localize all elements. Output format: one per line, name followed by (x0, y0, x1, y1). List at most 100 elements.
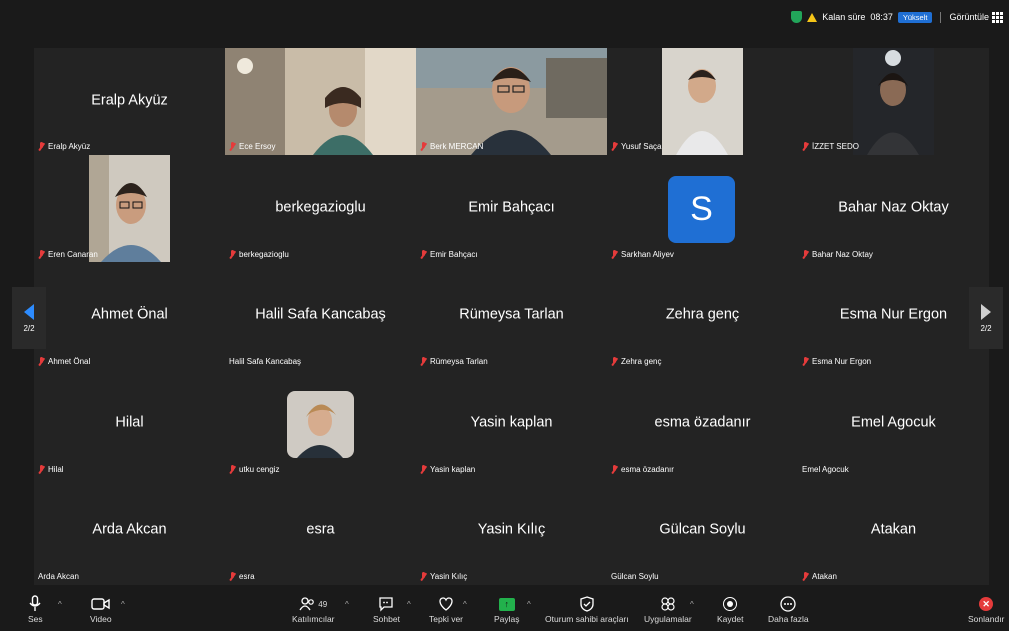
apps-options-caret-icon[interactable]: ^ (690, 600, 694, 609)
more-button[interactable]: Daha fazla (768, 594, 809, 624)
host-tools-label: Oturum sahibi araçları (545, 614, 629, 624)
end-meeting-button[interactable]: ✕ Sonlandır (968, 594, 1004, 624)
participant-tile[interactable]: utku cengiz (225, 370, 416, 477)
participant-tile[interactable]: esra esra (225, 478, 416, 585)
participant-label-text: esra (239, 571, 255, 581)
upgrade-button[interactable]: Yükselt (897, 11, 933, 23)
participant-tile[interactable]: Yasin kaplan Yasin kaplan (416, 370, 607, 477)
participant-tile[interactable]: S Sarkhan Aliyev (607, 155, 798, 262)
participant-tile[interactable]: Bahar Naz Oktay Bahar Naz Oktay (798, 155, 989, 262)
participant-label-text: esma özadanır (621, 464, 674, 474)
remaining-label: Kalan süre (822, 12, 866, 22)
participant-tile[interactable]: Zehra genç Zehra genç (607, 263, 798, 370)
participant-label-text: Yasin kaplan (430, 464, 476, 474)
mic-muted-icon (802, 571, 809, 581)
participant-label-text: Arda Akcan (38, 571, 79, 581)
participant-tile[interactable]: Berk MERCAN (416, 48, 607, 155)
react-options-caret-icon[interactable]: ^ (463, 600, 467, 609)
share-button[interactable]: ↑ Paylaş (494, 594, 520, 624)
participant-label: esra (229, 571, 255, 581)
end-label: Sonlandır (968, 614, 1005, 624)
arrow-left-icon (24, 303, 34, 320)
mic-muted-icon (38, 464, 45, 474)
mic-muted-icon (38, 142, 45, 151)
participant-label: Yasin Kılıç (420, 571, 467, 581)
more-label: Daha fazla (768, 614, 809, 624)
participant-label-text: Zehra genç (621, 357, 662, 367)
chat-button[interactable]: Sohbet (373, 594, 400, 624)
participant-label: Ece Ersoy (229, 142, 275, 151)
participant-tile[interactable]: esma özadanır esma özadanır (607, 370, 798, 477)
participant-label-text: Eralp Akyüz (48, 142, 91, 152)
participant-label: Eralp Akyüz (38, 142, 90, 151)
video-options-caret-icon[interactable]: ^ (121, 600, 125, 609)
participants-button[interactable]: 49 Katılımcılar (292, 594, 335, 624)
participant-tile[interactable]: Eren Canaran (34, 155, 225, 263)
participant-tile[interactable]: Esma Nur Ergon Esma Nur Ergon (798, 263, 989, 370)
participant-tile[interactable]: Yusuf Saça (607, 48, 798, 155)
shield-icon (580, 594, 594, 614)
participant-label: Emel Agocuk (802, 465, 849, 474)
apps-button[interactable]: Uygulamalar (644, 594, 692, 624)
mic-muted-icon (611, 357, 618, 366)
participant-tile[interactable]: Emir Bahçacı Emir Bahçacı (416, 155, 607, 262)
previous-page-button[interactable]: 2/2 (12, 287, 46, 349)
participant-label-text: Rümeysa Tarlan (430, 357, 488, 367)
mic-muted-icon (802, 249, 809, 259)
participant-tile[interactable]: Ece Ersoy (225, 48, 416, 155)
participant-label-text: Ece Ersoy (239, 142, 276, 152)
video-button[interactable]: Video (90, 594, 112, 624)
participant-label: Rümeysa Tarlan (420, 357, 488, 366)
audio-button[interactable]: Ses (28, 594, 43, 624)
participant-label: Eren Canaran (38, 249, 98, 259)
next-page-button[interactable]: 2/2 (969, 287, 1003, 349)
participant-label-text: Emir Bahçacı (430, 249, 478, 259)
participant-tile[interactable]: berkegazioglu berkegazioglu (225, 155, 416, 262)
participant-tile[interactable]: Ahmet Önal Ahmet Önal (34, 263, 225, 370)
react-button[interactable]: Tepki ver (429, 594, 463, 624)
view-button[interactable]: Görüntüle (949, 11, 1003, 23)
security-shield-icon[interactable] (791, 11, 803, 23)
video-label: Video (90, 614, 112, 624)
participant-label: Sarkhan Aliyev (611, 249, 674, 259)
participant-tile[interactable]: Atakan Atakan (798, 478, 989, 585)
audio-options-caret-icon[interactable]: ^ (58, 600, 62, 609)
participant-count: 49 (318, 599, 328, 609)
participants-options-caret-icon[interactable]: ^ (345, 600, 349, 609)
participant-name-display: berkegazioglu (275, 199, 366, 216)
participant-label-text: İZZET SEDO (812, 142, 859, 152)
participant-name-display: Arda Akcan (92, 521, 167, 538)
participant-video (225, 48, 416, 155)
participant-name-display: Emir Bahçacı (468, 199, 555, 216)
chat-label: Sohbet (373, 614, 400, 624)
participant-tile[interactable]: Arda Akcan Arda Akcan (34, 478, 225, 585)
participant-tile[interactable]: Halil Safa Kancabaş Halil Safa Kancabaş (225, 263, 416, 370)
mic-muted-icon (229, 571, 236, 581)
host-tools-button[interactable]: Oturum sahibi araçları (545, 594, 629, 624)
participant-tile[interactable]: İZZET SEDO (798, 48, 989, 155)
view-label: Görüntüle (949, 12, 989, 22)
participant-label-text: Emel Agocuk (802, 464, 849, 474)
participant-video (89, 155, 170, 263)
mic-muted-icon (420, 571, 427, 581)
participant-tile[interactable]: Eralp Akyüz Eralp Akyüz (34, 48, 225, 155)
participant-label-text: berkegazioglu (239, 249, 289, 259)
grid-view-icon (992, 11, 1003, 23)
participant-tile[interactable]: Yasin Kılıç Yasin Kılıç (416, 478, 607, 585)
participant-name-display: Ahmet Önal (91, 306, 168, 323)
participant-tile[interactable]: Emel Agocuk Emel Agocuk (798, 370, 989, 477)
page-indicator: 2/2 (980, 323, 992, 333)
mic-muted-icon (229, 464, 236, 474)
record-button[interactable]: Kaydet (717, 594, 743, 624)
avatar-initial: S (668, 176, 735, 244)
participant-name-display: Yasin kaplan (470, 414, 553, 431)
top-right-status: Kalan süre 08:37 Yükselt Görüntüle (791, 8, 1003, 26)
participant-tile[interactable]: Rümeysa Tarlan Rümeysa Tarlan (416, 263, 607, 370)
participant-label-text: Yusuf Saça (621, 142, 662, 152)
participant-tile[interactable]: Hilal Hilal (34, 370, 225, 477)
chat-options-caret-icon[interactable]: ^ (407, 600, 411, 609)
participant-label: Esma Nur Ergon (802, 357, 871, 366)
participant-name-display: Hilal (115, 414, 144, 431)
share-options-caret-icon[interactable]: ^ (527, 600, 531, 609)
participant-tile[interactable]: Gülcan Soylu Gülcan Soylu (607, 478, 798, 585)
